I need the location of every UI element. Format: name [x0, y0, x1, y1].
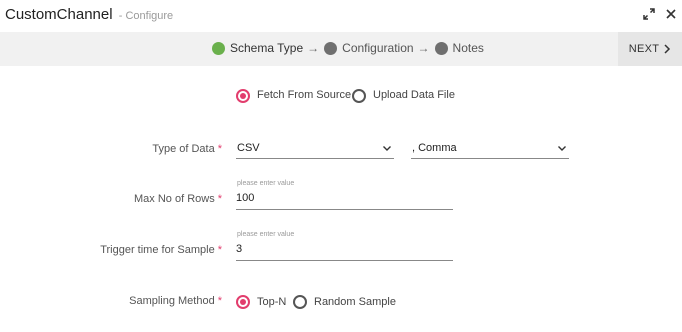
step-schema-type[interactable]: Schema Type: [230, 41, 303, 55]
chevron-down-icon: [558, 146, 566, 151]
dialog-title: CustomChannel - Configure: [5, 6, 173, 23]
close-icon[interactable]: [664, 7, 678, 21]
top-n-radio[interactable]: [236, 295, 250, 309]
top-n-label[interactable]: Top-N: [257, 296, 286, 308]
fetch-from-source-radio[interactable]: [236, 89, 250, 103]
max-rows-label: Max No of Rows *: [134, 193, 222, 205]
delimiter-select[interactable]: , Comma: [411, 141, 569, 159]
trigger-time-label: Trigger time for Sample *: [100, 244, 222, 256]
sampling-method-label: Sampling Method *: [129, 295, 222, 307]
wizard-stepbar: Schema Type → Configuration → Notes: [0, 32, 682, 66]
chevron-right-icon: [664, 44, 671, 54]
next-button[interactable]: NEXT: [618, 32, 682, 66]
wizard-steps: Schema Type → Configuration → Notes: [212, 41, 488, 55]
upload-data-file-radio[interactable]: [352, 89, 366, 103]
upload-data-file-label[interactable]: Upload Data File: [373, 89, 455, 101]
dialog-subtitle: - Configure: [118, 10, 174, 22]
data-type-select[interactable]: CSV: [236, 141, 394, 159]
trigger-time-input[interactable]: [236, 243, 453, 255]
max-rows-input[interactable]: [236, 192, 453, 204]
step-pending-icon: [434, 41, 448, 55]
channel-name: CustomChannel: [5, 6, 113, 23]
step-arrow-icon: →: [417, 41, 430, 55]
delimiter-value: , Comma: [412, 142, 457, 154]
trigger-time-field[interactable]: [236, 241, 453, 261]
step-complete-icon: [212, 41, 225, 55]
random-sample-radio[interactable]: [293, 295, 307, 309]
random-sample-label[interactable]: Random Sample: [314, 296, 396, 308]
dialog-header: CustomChannel - Configure: [0, 0, 682, 32]
max-rows-field[interactable]: [236, 190, 453, 210]
step-pending-icon: [324, 41, 338, 55]
step-notes[interactable]: Notes: [453, 41, 484, 55]
step-configuration[interactable]: Configuration: [342, 41, 413, 55]
max-rows-hint: please enter value: [237, 180, 295, 187]
trigger-time-hint: please enter value: [237, 231, 295, 238]
step-arrow-icon: →: [307, 41, 320, 55]
chevron-down-icon: [383, 146, 391, 151]
expand-icon[interactable]: [642, 7, 656, 21]
type-of-data-label: Type of Data *: [152, 143, 222, 155]
data-type-value: CSV: [237, 142, 260, 154]
fetch-from-source-label[interactable]: Fetch From Source: [257, 89, 351, 101]
next-button-label: NEXT: [628, 43, 660, 55]
